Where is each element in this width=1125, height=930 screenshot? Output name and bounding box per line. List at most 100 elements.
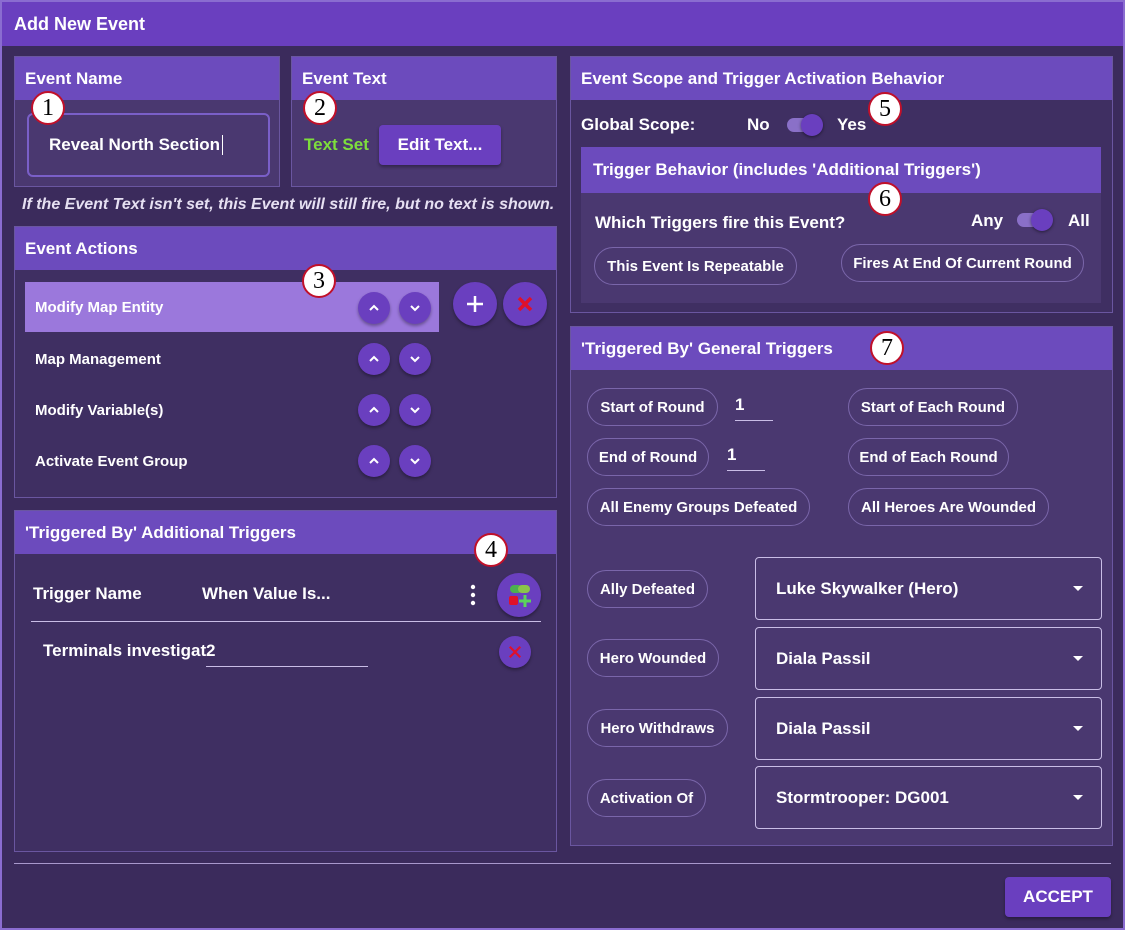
hero-withdraws-value: Diala Passil <box>776 718 871 738</box>
dialog-title: Add New Event <box>2 2 1123 46</box>
chevron-up-icon <box>369 406 379 413</box>
general-triggers-panel: 'Triggered By' General Triggers Start of… <box>570 326 1113 846</box>
event-scope-title: Event Scope and Trigger Activation Behav… <box>581 68 945 88</box>
chevron-down-icon <box>410 356 420 363</box>
hero-wounded-value: Diala Passil <box>776 648 871 668</box>
action-label: Activate Event Group <box>35 452 188 470</box>
start-of-round-chip[interactable]: Start of Round <box>587 388 718 426</box>
start-of-round-input[interactable]: 1 <box>735 395 773 421</box>
hero-withdraws-select[interactable]: Diala Passil <box>755 697 1102 760</box>
callout-3: 3 <box>302 264 336 298</box>
toggle-knob <box>801 114 823 136</box>
plus-icon <box>467 296 483 312</box>
activation-of-value: Stormtrooper: DG001 <box>776 787 949 807</box>
close-icon <box>517 296 533 312</box>
end-each-round-chip[interactable]: End of Each Round <box>848 438 1009 476</box>
callout-5: 5 <box>868 92 902 126</box>
text-set-status: Text Set <box>304 135 369 154</box>
global-scope-label: Global Scope: <box>581 115 696 134</box>
end-of-round-input[interactable]: 1 <box>727 445 765 471</box>
event-actions-panel: Event Actions Modify Map Entity Map Mana… <box>14 226 557 498</box>
hero-withdraws-chip[interactable]: Hero Withdraws <box>587 709 728 747</box>
callout-1: 1 <box>31 91 65 125</box>
activation-of-chip[interactable]: Activation Of <box>587 779 706 817</box>
move-up-button[interactable] <box>358 292 390 324</box>
more-vert-icon <box>470 584 476 606</box>
move-up-button[interactable] <box>358 343 390 375</box>
scope-no-label: No <box>747 115 770 134</box>
chevron-down-icon <box>410 305 420 312</box>
trigger-row-value: 2 <box>206 641 216 660</box>
add-action-button[interactable] <box>453 282 497 326</box>
ally-defeated-select[interactable]: Luke Skywalker (Hero) <box>755 557 1102 620</box>
chevron-up-icon <box>369 304 379 311</box>
event-name-title: Event Name <box>25 68 123 88</box>
header-divider <box>31 621 541 622</box>
event-scope-header: Event Scope and Trigger Activation Behav… <box>571 57 1112 100</box>
accept-button[interactable]: ACCEPT <box>1005 877 1111 917</box>
remove-action-button[interactable] <box>503 282 547 326</box>
activation-of-select[interactable]: Stormtrooper: DG001 <box>755 766 1102 829</box>
text-caret <box>222 135 223 155</box>
event-scope-panel: Event Scope and Trigger Activation Behav… <box>570 56 1113 313</box>
dropdown-arrow-icon <box>1073 585 1083 591</box>
move-up-button[interactable] <box>358 445 390 477</box>
edit-text-button[interactable]: Edit Text... <box>379 125 501 165</box>
any-all-toggle[interactable] <box>1015 208 1055 232</box>
callout-7: 7 <box>870 331 904 365</box>
hero-wounded-select[interactable]: Diala Passil <box>755 627 1102 690</box>
dropdown-arrow-icon <box>1073 655 1083 661</box>
remove-trigger-button[interactable] <box>499 636 531 668</box>
event-name-value: Reveal North Section <box>49 135 220 154</box>
all-enemy-chip[interactable]: All Enemy Groups Defeated <box>587 488 810 526</box>
move-up-button[interactable] <box>358 394 390 426</box>
all-heroes-chip[interactable]: All Heroes Are Wounded <box>848 488 1049 526</box>
additional-triggers-title: 'Triggered By' Additional Triggers <box>25 522 296 542</box>
ally-defeated-chip[interactable]: Ally Defeated <box>587 570 708 608</box>
dropdown-arrow-icon <box>1073 725 1083 731</box>
chevron-down-icon <box>410 407 420 414</box>
start-each-round-chip[interactable]: Start of Each Round <box>848 388 1018 426</box>
action-label: Modify Map Entity <box>35 298 164 316</box>
event-text-panel: Event Text Text Set Edit Text... <box>291 56 557 187</box>
trigger-behavior-header: Trigger Behavior (includes 'Additional T… <box>581 147 1101 193</box>
action-label: Modify Variable(s) <box>35 401 164 419</box>
column-menu-button[interactable] <box>467 583 479 607</box>
callout-2: 2 <box>303 91 337 125</box>
add-event-dialog: Add New Event Event Name Reveal North Se… <box>0 0 1125 930</box>
chevron-up-icon <box>369 355 379 362</box>
start-of-round-value: 1 <box>735 395 745 414</box>
move-down-button[interactable] <box>399 394 431 426</box>
trigger-row-value-input[interactable]: 2 <box>206 641 368 667</box>
add-trigger-button[interactable] <box>497 573 541 617</box>
global-scope-toggle[interactable] <box>785 113 825 137</box>
which-triggers-label: Which Triggers fire this Event? <box>595 213 846 232</box>
general-triggers-title: 'Triggered By' General Triggers <box>581 338 833 358</box>
chevron-down-icon <box>410 458 420 465</box>
callout-6: 6 <box>868 182 902 216</box>
event-actions-title: Event Actions <box>25 238 138 258</box>
event-actions-header: Event Actions <box>15 227 556 270</box>
move-down-button[interactable] <box>399 445 431 477</box>
footer-divider <box>14 863 1111 864</box>
chevron-up-icon <box>369 457 379 464</box>
move-down-button[interactable] <box>399 292 431 324</box>
repeatable-chip[interactable]: This Event Is Repeatable <box>594 247 797 285</box>
callout-4: 4 <box>474 533 508 567</box>
trigger-behavior-title: Trigger Behavior (includes 'Additional T… <box>593 160 981 179</box>
col-trigger-name: Trigger Name <box>33 584 142 603</box>
ally-defeated-value: Luke Skywalker (Hero) <box>776 578 959 598</box>
hero-wounded-chip[interactable]: Hero Wounded <box>587 639 719 677</box>
move-down-button[interactable] <box>399 343 431 375</box>
end-of-round-value: 1 <box>727 445 737 464</box>
trigger-behavior-box: Trigger Behavior (includes 'Additional T… <box>581 147 1101 303</box>
scope-yes-label: Yes <box>837 115 867 134</box>
add-trigger-icon <box>509 585 531 607</box>
end-of-round-chip[interactable]: Fires At End Of Current Round <box>841 244 1084 282</box>
event-name-input[interactable]: Reveal North Section <box>27 113 270 177</box>
additional-triggers-panel: 'Triggered By' Additional Triggers Trigg… <box>14 510 557 852</box>
trigger-row: Terminals investigat <box>43 641 208 665</box>
end-of-round-chip[interactable]: End of Round <box>587 438 709 476</box>
action-label: Map Management <box>35 350 161 368</box>
event-text-note: If the Event Text isn't set, this Event … <box>22 196 555 213</box>
